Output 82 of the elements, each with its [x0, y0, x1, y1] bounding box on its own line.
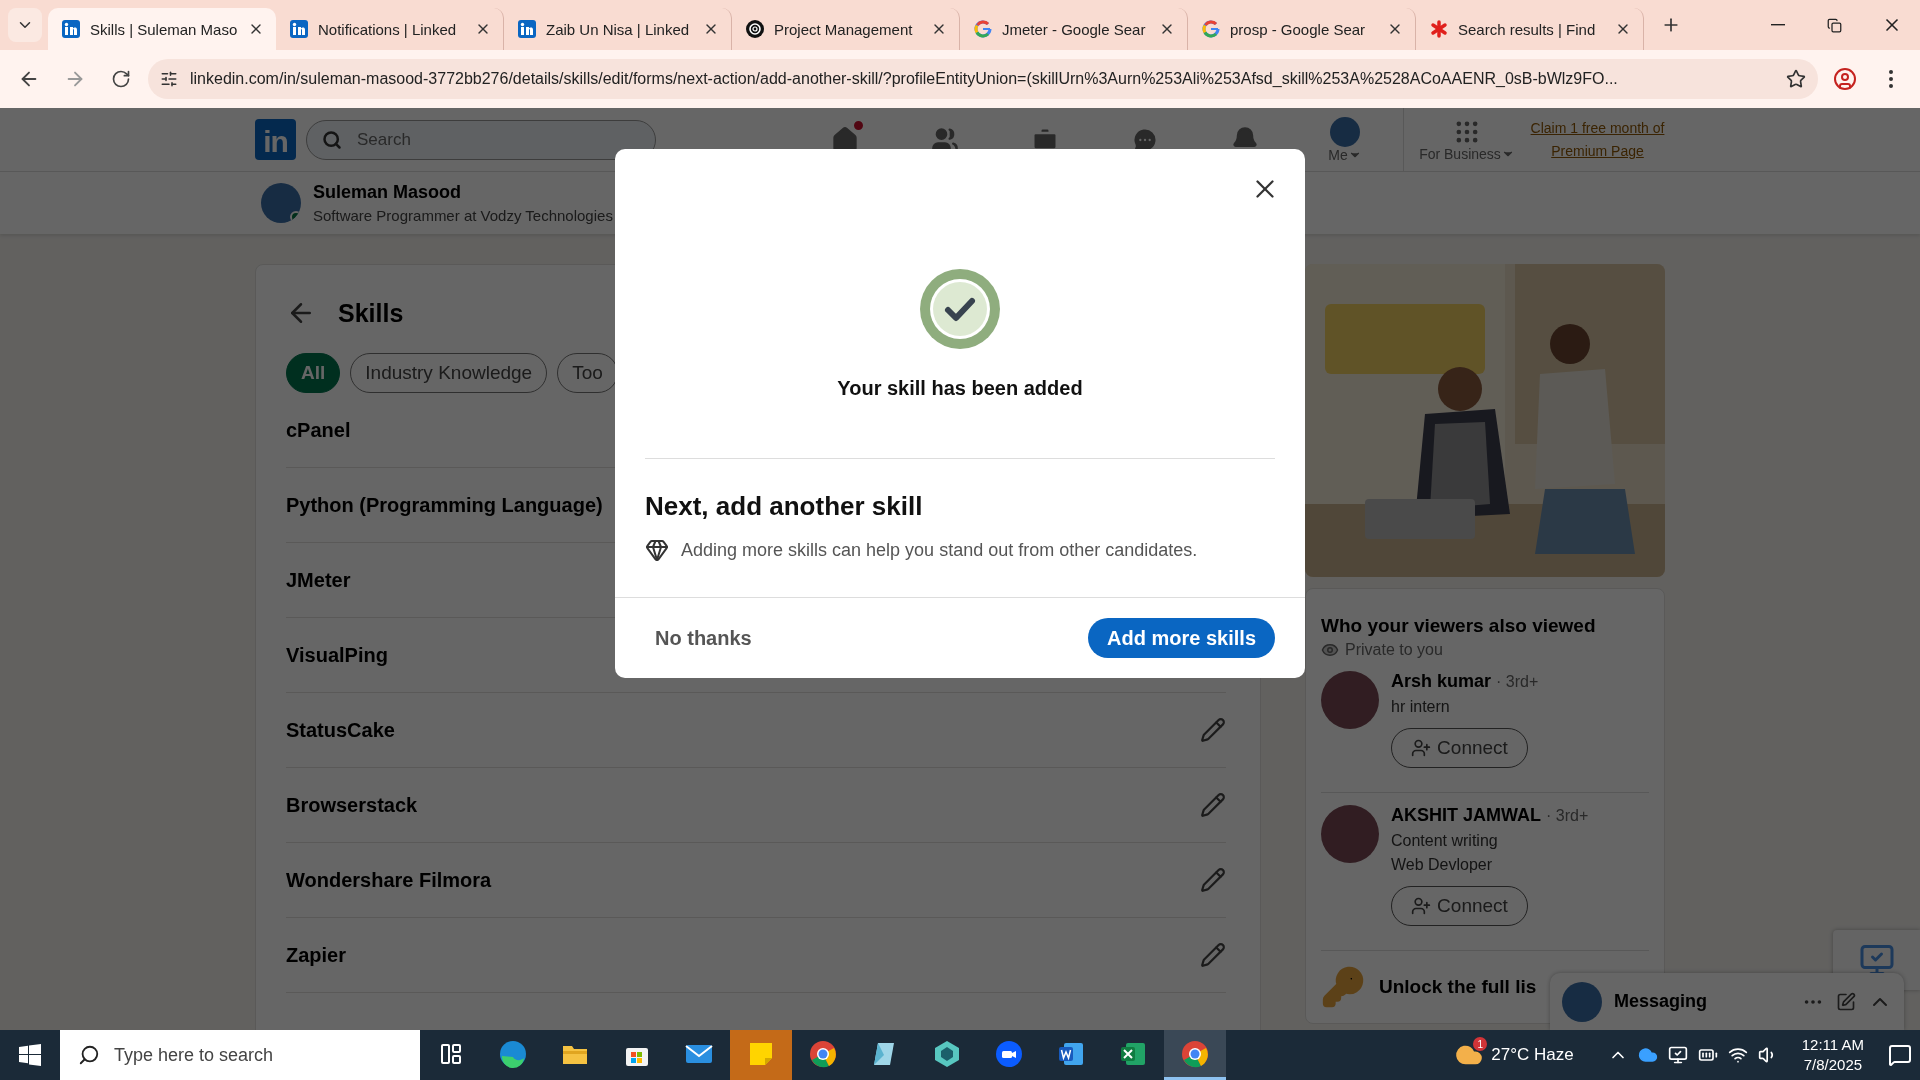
skill-name: cPanel: [286, 418, 351, 442]
person-name[interactable]: AKSHIT JAMWAL: [1391, 805, 1541, 825]
person-headline: Web Devloper: [1391, 856, 1494, 874]
no-thanks-button[interactable]: No thanks: [641, 618, 766, 658]
taskbar-search-field[interactable]: Type here to search: [60, 1030, 420, 1080]
date: 7/8/2025: [1803, 1055, 1863, 1075]
restore-icon: [1827, 17, 1842, 33]
filter-chip[interactable]: Too: [557, 353, 618, 393]
privacy-note: Private to you: [1345, 641, 1443, 659]
card-title: Who your viewers also viewed: [1321, 615, 1597, 637]
connect-button[interactable]: Connect: [1391, 886, 1528, 926]
skill-name: Browserstack: [286, 793, 418, 817]
skill-name: StatusCake: [286, 718, 395, 742]
user-icon: [1833, 67, 1857, 91]
asterisk-favicon-icon: [1430, 20, 1448, 38]
connect-button[interactable]: Connect: [1391, 728, 1528, 768]
hint-text: Adding more skills can help you stand out from other candidates.: [681, 539, 1198, 561]
person-name[interactable]: Arsh kumar: [1391, 671, 1492, 691]
minimize-icon: [1770, 24, 1785, 26]
video-call-icon: [994, 1038, 1024, 1069]
compose-icon[interactable]: [1836, 991, 1856, 1012]
skills-title: Skills: [338, 298, 404, 328]
time: 12:11 AM: [1801, 1035, 1864, 1055]
knot-favicon-icon: [746, 20, 764, 38]
edit-icon[interactable]: [1200, 792, 1226, 818]
linkedin-favicon-icon: [290, 20, 308, 38]
eye-icon: [1321, 641, 1339, 659]
windows-logo-icon: [19, 1044, 41, 1066]
address-bar[interactable]: linkedin.com/in/suleman-masood-3772bb276/details/skills/edit/forms/next-action/add-another-skill/?profileEntityUnion=(skillUrn%3Aurn%253Ali%253Afsd_skill%253A%2528ACoAAENR_0sB-bWlz9FO...: [148, 59, 1818, 99]
diamond-icon: [645, 538, 669, 562]
dialog-heading: Next, add another skill: [645, 491, 924, 522]
linkedin-favicon-icon: [62, 20, 80, 38]
connection-degree: · 3rd+: [1546, 807, 1589, 824]
avatar: [1562, 981, 1602, 1022]
browser-icon: [808, 1038, 838, 1069]
me-label: Me: [1328, 146, 1348, 163]
profile-name: Suleman Masood: [313, 182, 463, 203]
search-icon: [78, 1044, 100, 1066]
profile-headline: Software Programmer at Vodzy Technologies: [313, 207, 613, 224]
connection-degree: · 3rd+: [1496, 673, 1539, 690]
key-icon: [1321, 965, 1365, 1009]
business-label: For Business: [1419, 145, 1501, 162]
edit-icon[interactable]: [1200, 867, 1226, 893]
bookmark-star-icon[interactable]: [1786, 69, 1806, 89]
browser-tab[interactable]: Skills | Suleman Maso: [48, 8, 276, 50]
task-view-icon: [439, 1041, 463, 1066]
linkedin-favicon-icon: [518, 20, 536, 38]
success-check-icon: [920, 269, 1000, 349]
skill-name: JMeter: [286, 568, 351, 592]
person-headline: Content writing: [1391, 832, 1499, 850]
monitor-icon[interactable]: [1667, 1045, 1688, 1065]
skill-name: VisualPing: [286, 643, 388, 667]
browser-icon: [1180, 1038, 1210, 1069]
search-icon: [322, 129, 342, 150]
edit-icon[interactable]: [1200, 942, 1226, 968]
filter-chip[interactable]: Industry Knowledge: [350, 353, 548, 393]
site-settings-icon[interactable]: [160, 70, 178, 88]
cloud-icon[interactable]: [1637, 1045, 1658, 1065]
weather-badge: 1: [1473, 1037, 1488, 1051]
avatar: [1330, 116, 1360, 147]
wifi-icon[interactable]: [1727, 1045, 1748, 1065]
browser-icon: [498, 1038, 528, 1069]
notifications-icon[interactable]: [1888, 1043, 1912, 1067]
skill-name: Python (Programming Language): [286, 493, 603, 517]
clock[interactable]: 12:11 AM 7/8/2025: [1801, 1035, 1864, 1075]
success-message: Your skill has been added: [837, 377, 1083, 400]
messaging-bar[interactable]: Messaging: [1550, 973, 1904, 1030]
person-headline: hr intern: [1391, 698, 1451, 716]
menu-icon: [1889, 70, 1893, 88]
add-person-icon: [1411, 738, 1432, 758]
hexagon-icon: [932, 1038, 962, 1069]
add-skills-button[interactable]: Add more skills: [1088, 618, 1275, 658]
edit-icon[interactable]: [1200, 717, 1226, 743]
google-favicon-icon: [974, 20, 992, 38]
search-field[interactable]: Search: [306, 119, 656, 160]
skill-name: Zapier: [286, 943, 347, 967]
unlock-text: Unlock the full lis: [1379, 976, 1537, 998]
skill-name: Wondershare Filmora: [286, 868, 492, 892]
google-favicon-icon: [1202, 20, 1220, 38]
weather-text: 27°C Haze: [1491, 1045, 1574, 1065]
reload-icon: [111, 69, 131, 89]
add-person-icon: [1411, 896, 1432, 916]
